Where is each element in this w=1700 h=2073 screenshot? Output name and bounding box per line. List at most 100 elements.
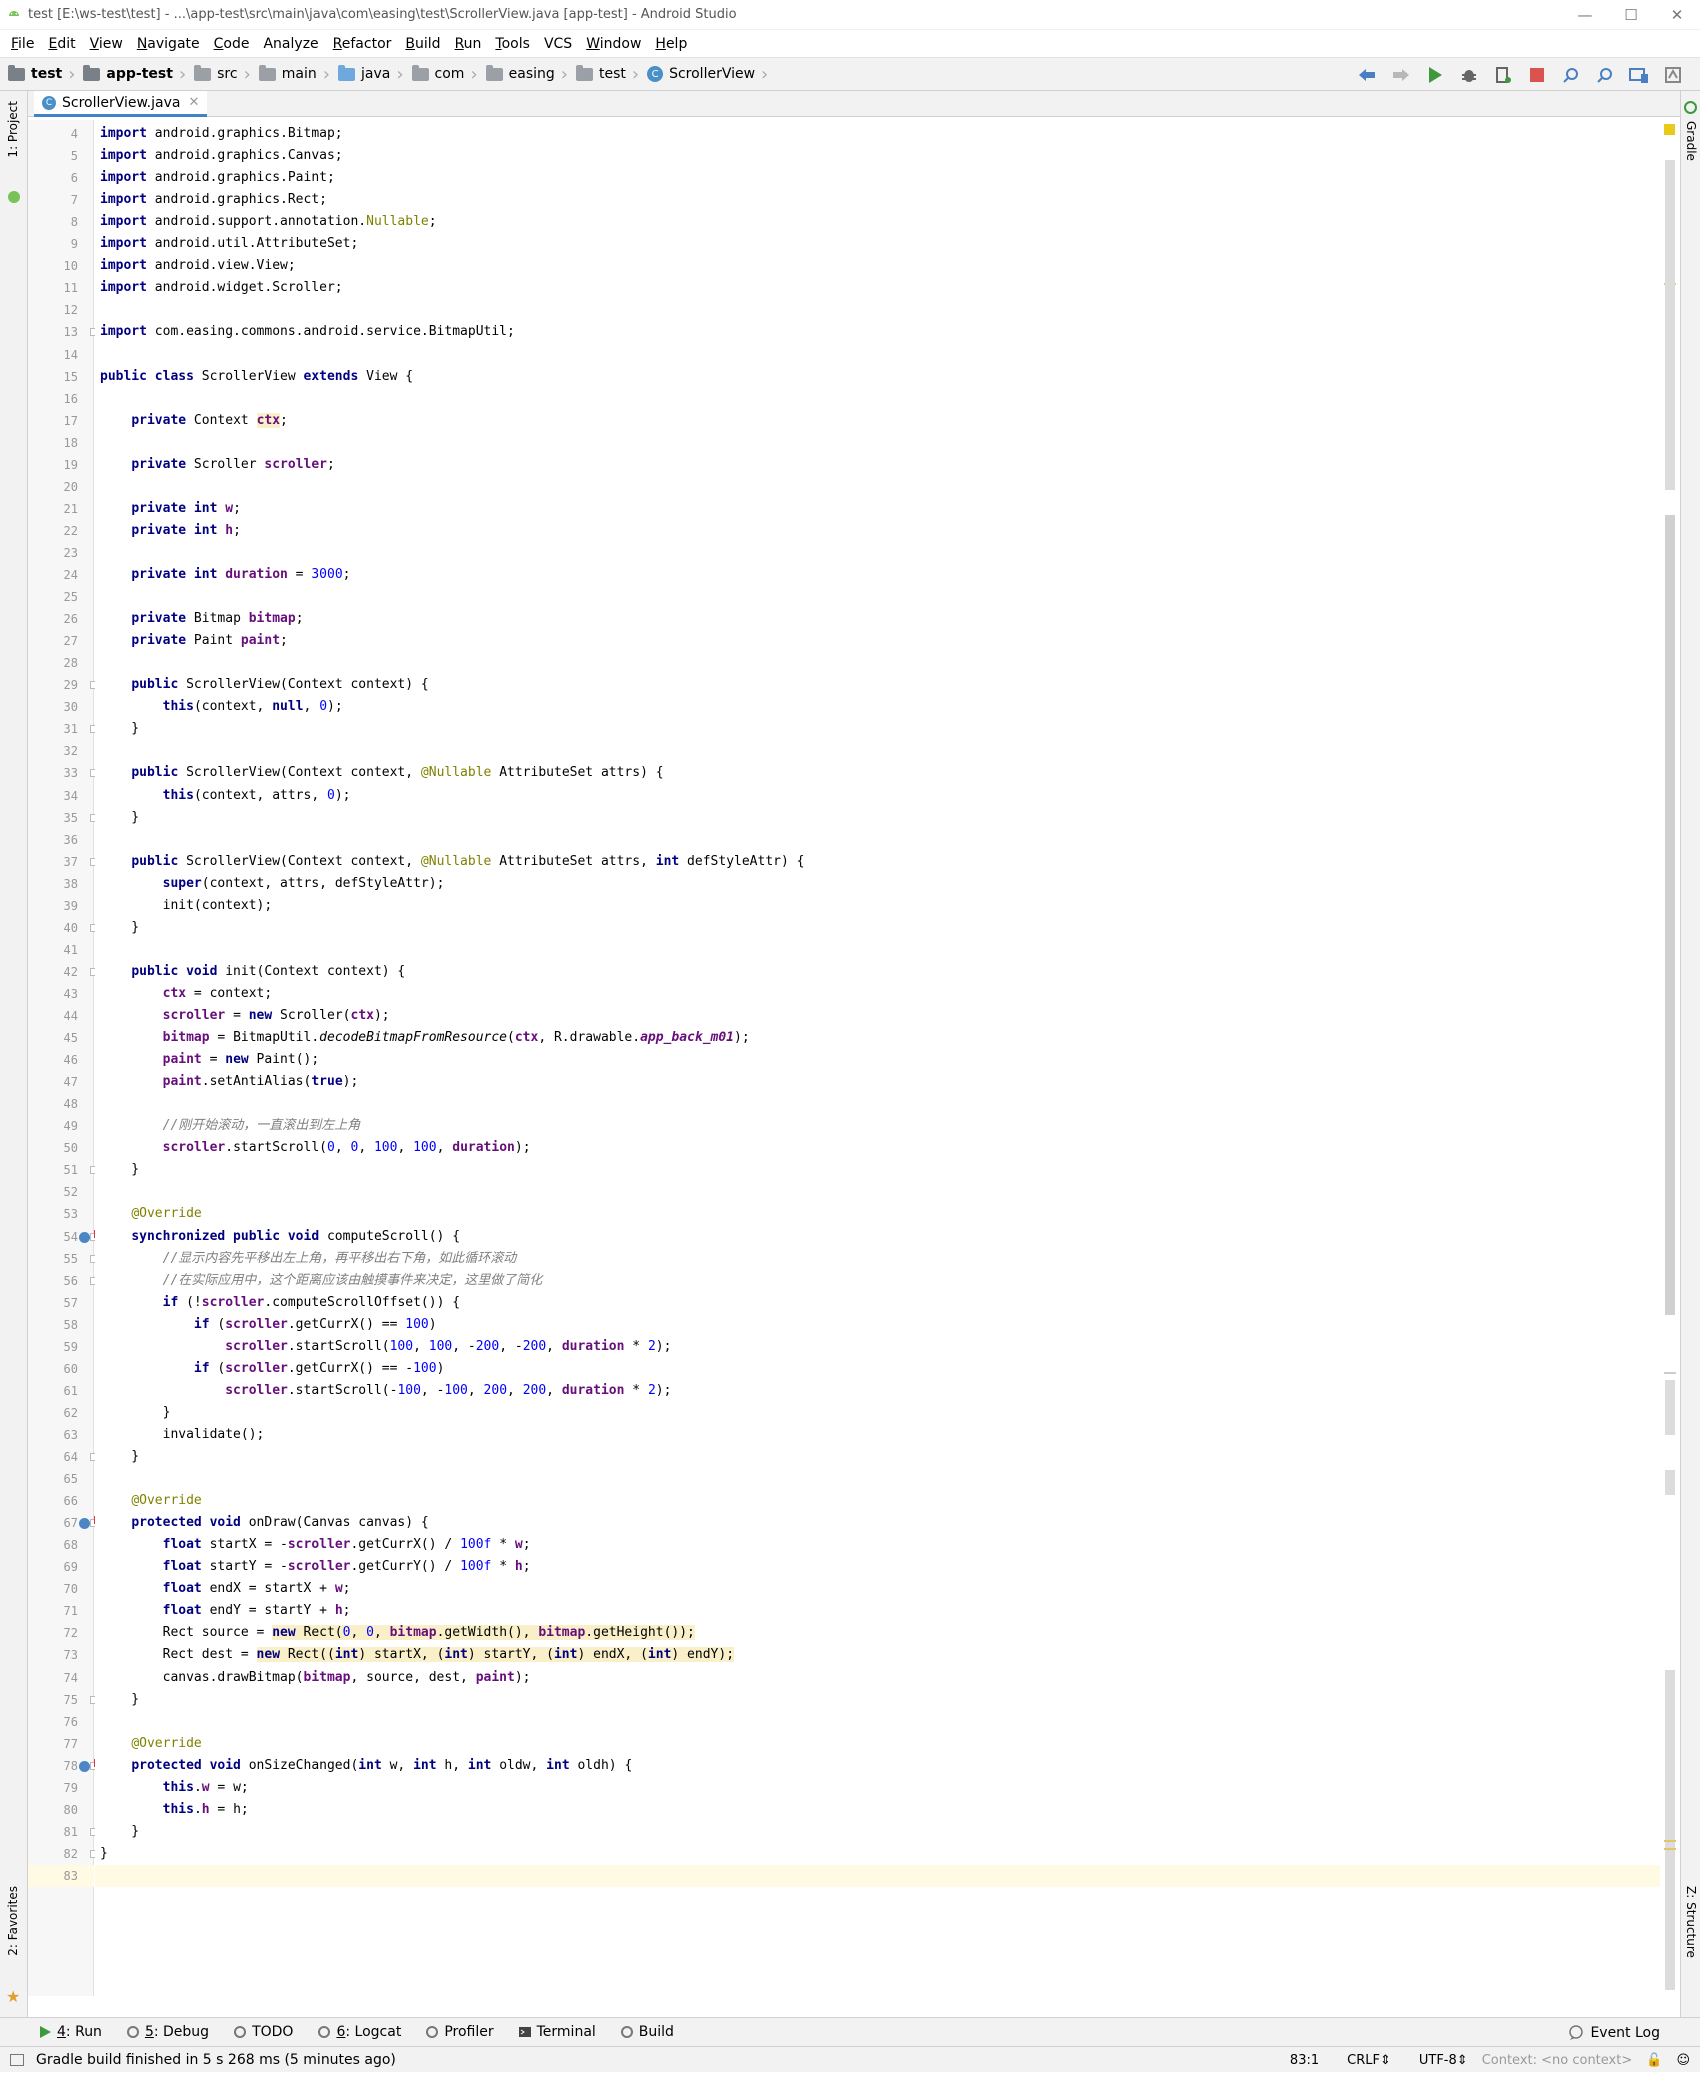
code-line[interactable]: } [95,1402,1660,1424]
apply-changes-icon[interactable] [1486,58,1520,92]
device-manager-icon[interactable] [1622,58,1656,92]
code-line[interactable]: //显示内容先平移出左上角，再平移出右下角，如此循环滚动 [95,1248,1660,1270]
sdk-manager-icon[interactable] [1656,58,1690,92]
menu-navigate[interactable]: Navigate [130,36,207,52]
code-line[interactable]: if (scroller.getCurrX() == 100) [95,1314,1660,1336]
code-line[interactable]: private Context ctx; [95,410,1660,432]
code-line[interactable]: scroller.startScroll(0, 0, 100, 100, dur… [95,1137,1660,1159]
code-line[interactable]: scroller.startScroll(100, 100, -200, -20… [95,1336,1660,1358]
code-line[interactable]: protected void onSizeChanged(int w, int … [95,1755,1660,1777]
file-encoding[interactable]: UTF-8⇕ [1405,2053,1468,2068]
tool-logcat[interactable]: 6: Logcat [317,2024,401,2040]
marker[interactable] [1664,1848,1676,1850]
code-line[interactable]: init(context); [95,895,1660,917]
menu-run[interactable]: Run [448,36,489,52]
code-line[interactable]: private int h; [95,520,1660,542]
menu-help[interactable]: Help [648,36,694,52]
code-line[interactable]: scroller = new Scroller(ctx); [95,1005,1660,1027]
stop-icon[interactable] [1520,58,1554,92]
menu-window[interactable]: Window [579,36,648,52]
breadcrumb-item[interactable]: easing › [485,64,576,85]
code-line[interactable]: private Bitmap bitmap; [95,608,1660,630]
code-line[interactable]: import android.graphics.Canvas; [95,145,1660,167]
breadcrumb-item[interactable]: java › [337,64,412,85]
code-line[interactable]: private Paint paint; [95,630,1660,652]
code-line[interactable] [95,1711,1660,1733]
toggle-tool-windows-icon[interactable] [10,2053,24,2066]
menu-analyze[interactable]: Analyze [256,36,325,52]
menu-refactor[interactable]: Refactor [326,36,399,52]
event-log-button[interactable]: Event Log [1568,2018,1660,2047]
code-line[interactable]: this.h = h; [95,1799,1660,1821]
context-indicator[interactable]: Context: <no context> [1482,2053,1633,2068]
code-line[interactable] [95,299,1660,321]
breadcrumb-item[interactable]: main › [258,64,338,85]
close-button[interactable]: ✕ [1654,0,1700,30]
code-line[interactable]: this.w = w; [95,1777,1660,1799]
breadcrumb-class[interactable]: C ScrollerView › [647,64,776,85]
search-icon[interactable] [1554,58,1588,92]
code-line[interactable]: public class ScrollerView extends View { [95,366,1660,388]
lock-icon[interactable]: 🔓 [1646,2053,1662,2068]
tool-run[interactable]: 4: Run [38,2024,102,2040]
code-line[interactable]: public ScrollerView(Context context, @Nu… [95,762,1660,784]
code-line[interactable] [95,939,1660,961]
menu-edit[interactable]: Edit [41,36,82,52]
code-line[interactable] [95,1468,1660,1490]
run-icon[interactable] [1418,58,1452,92]
debug-icon[interactable] [1452,58,1486,92]
code-line[interactable]: import android.util.AttributeSet; [95,233,1660,255]
code-editor[interactable]: import android.graphics.Bitmap; import an… [95,120,1660,1996]
marker[interactable] [1664,1372,1676,1374]
code-line[interactable]: } [95,807,1660,829]
code-line[interactable]: public void init(Context context) { [95,961,1660,983]
warning-indicator-icon[interactable] [1664,124,1675,135]
code-line[interactable] [95,542,1660,564]
code-line[interactable]: this(context, null, 0); [95,696,1660,718]
gradle-tool-tab[interactable]: Gradle [1684,121,1698,161]
code-line[interactable]: Rect source = new Rect(0, 0, bitmap.getW… [95,1622,1660,1644]
line-separator[interactable]: CRLF⇕ [1333,2053,1391,2068]
tool-todo[interactable]: TODO [233,2024,293,2040]
tool-profiler[interactable]: Profiler [425,2024,494,2040]
code-line[interactable] [95,476,1660,498]
code-line[interactable]: } [95,1689,1660,1711]
code-line[interactable]: float endX = startX + w; [95,1578,1660,1600]
code-line[interactable]: scroller.startScroll(-100, -100, 200, 20… [95,1380,1660,1402]
code-line[interactable]: private int duration = 3000; [95,564,1660,586]
menu-build[interactable]: Build [398,36,447,52]
caret-position[interactable]: 83:1 [1290,2053,1319,2068]
code-line[interactable]: invalidate(); [95,1424,1660,1446]
editor-tab-scrollerview[interactable]: C ScrollerView.java ✕ [34,91,208,117]
scrollbar-track[interactable] [1665,160,1675,490]
code-line[interactable]: } [95,1843,1660,1865]
code-line[interactable]: import android.graphics.Bitmap; [95,123,1660,145]
code-line[interactable]: if (!scroller.computeScrollOffset()) { [95,1292,1660,1314]
code-line[interactable]: import android.graphics.Rect; [95,189,1660,211]
find-icon[interactable] [1588,58,1622,92]
code-line[interactable]: Rect dest = new Rect((int) startX, (int)… [95,1644,1660,1666]
tool-build[interactable]: Build [620,2024,674,2040]
breadcrumb-item[interactable]: test › [575,64,647,85]
breadcrumb-item[interactable]: src › [194,64,259,85]
status-message[interactable]: Gradle build finished in 5 s 268 ms (5 m… [36,2052,396,2068]
code-line[interactable] [95,388,1660,410]
code-line[interactable]: } [95,1821,1660,1843]
breadcrumb-item[interactable]: test › [8,64,83,85]
breadcrumb-item[interactable]: com › [411,64,486,85]
code-line[interactable]: bitmap = BitmapUtil.decodeBitmapFromReso… [95,1027,1660,1049]
code-line[interactable]: } [95,1159,1660,1181]
code-line[interactable]: float startY = -scroller.getCurrY() / 10… [95,1556,1660,1578]
menu-code[interactable]: Code [207,36,257,52]
project-tool-tab[interactable]: 1: Project [6,101,20,158]
code-line[interactable] [95,652,1660,674]
override-method-icon[interactable] [79,1229,96,1243]
code-line[interactable]: import android.graphics.Paint; [95,167,1660,189]
code-line[interactable]: float startX = -scroller.getCurrX() / 10… [95,1534,1660,1556]
override-method-icon[interactable] [79,1516,96,1530]
code-line[interactable]: import com.easing.commons.android.servic… [95,321,1660,343]
override-method-icon[interactable] [79,1758,96,1772]
forward-arrow-icon[interactable] [1384,58,1418,92]
hector-icon[interactable]: ☺ [1676,2053,1690,2068]
marker[interactable] [1664,1840,1676,1842]
